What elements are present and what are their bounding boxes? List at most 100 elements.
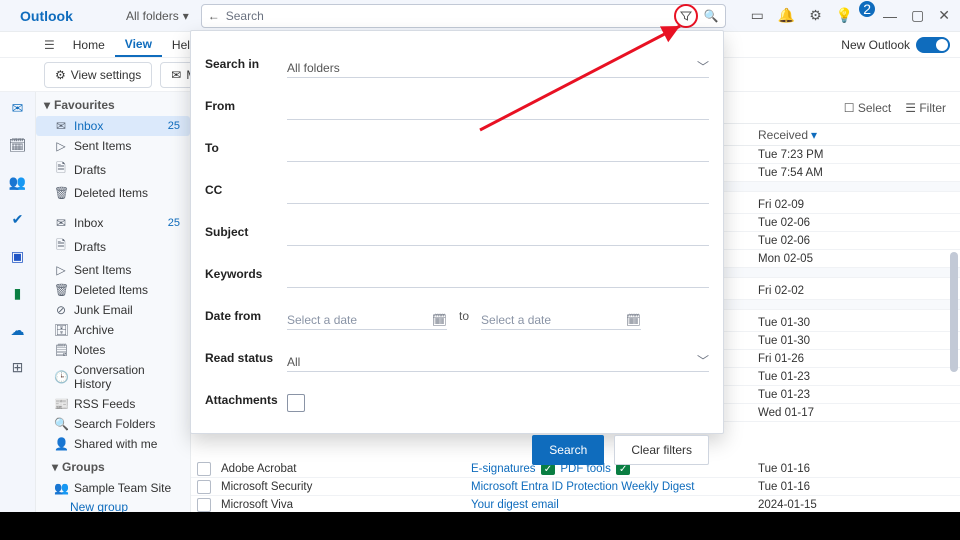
rail-word-icon[interactable]: ▣ <box>11 248 24 265</box>
folder-icon: 👥 <box>54 481 68 495</box>
folder-icon: ✉ <box>54 119 68 133</box>
subject-label: Subject <box>205 225 287 239</box>
new-outlook-toggle[interactable] <box>916 37 950 53</box>
folder-icon: ▷ <box>54 139 68 153</box>
chevron-down-icon: ﹀ <box>697 58 709 75</box>
rail-mail-icon[interactable]: ✉ <box>12 100 24 117</box>
groups-section[interactable]: ▾Groups <box>36 454 190 478</box>
envelope-icon: ✉ <box>171 68 181 82</box>
folder-scope-dropdown[interactable]: All folders▾ <box>116 0 199 31</box>
rail-apps-icon[interactable]: ⊞ <box>12 359 24 376</box>
cc-input[interactable] <box>287 176 709 204</box>
back-arrow-icon[interactable]: ← <box>208 9 220 23</box>
nav-item[interactable]: 🗒Notes <box>36 340 190 360</box>
rail-calendar-icon[interactable]: 🗓 <box>9 137 27 154</box>
received-column-header[interactable]: Received▾ <box>750 128 960 142</box>
app-rail: ✉ 🗓 👥 ✔ ▣ ▮ ☁ ⊞ <box>0 92 36 512</box>
folder-icon: 🕒 <box>54 370 68 384</box>
mail-row[interactable]: Microsoft SecurityMicrosoft Entra ID Pro… <box>191 478 960 496</box>
subject-input[interactable] <box>287 218 709 246</box>
scrollbar-thumb[interactable] <box>950 252 958 372</box>
to-input[interactable] <box>287 134 709 162</box>
nav-item[interactable]: 🗑Deleted Items <box>36 183 190 203</box>
from-label: From <box>205 99 287 113</box>
rail-onedrive-icon[interactable]: ☁ <box>11 322 25 339</box>
search-filters-panel: Search inAll folders﹀ From To CC Subject… <box>190 30 724 434</box>
search-button[interactable]: Search <box>532 435 604 465</box>
tips-badge: 2 <box>859 1 875 17</box>
date-to-picker[interactable]: Select a date🗓 <box>481 302 641 330</box>
folder-icon: 🗑 <box>54 283 68 297</box>
filter-button[interactable]: ☰ Filter <box>905 101 946 115</box>
nav-item[interactable]: 🗑Deleted Items <box>36 280 190 300</box>
search-in-label: Search in <box>205 57 287 71</box>
window-minimize-icon[interactable]: — <box>883 8 897 24</box>
nav-item[interactable]: 🗎Drafts <box>36 156 190 183</box>
nav-item[interactable]: 👤Shared with me <box>36 434 190 454</box>
settings-icon[interactable]: ⚙ <box>809 7 822 24</box>
hamburger-icon[interactable]: ☰ <box>36 38 63 52</box>
attachments-label: Attachments <box>205 393 287 407</box>
folder-icon: 🗑 <box>54 186 68 200</box>
nav-item[interactable]: 📰RSS Feeds <box>36 394 190 414</box>
chevron-down-icon: ▾ <box>52 460 58 474</box>
search-input[interactable]: ← Search 🔍 <box>201 4 726 28</box>
rail-bing-icon[interactable]: ▮ <box>14 285 22 302</box>
from-input[interactable] <box>287 92 709 120</box>
notifications-icon[interactable]: 🔔 <box>778 7 795 24</box>
folder-icon: ⊘ <box>54 303 68 317</box>
select-button[interactable]: ☐ Select <box>844 101 891 115</box>
gear-icon: ⚙ <box>55 68 66 82</box>
group-link[interactable]: New group <box>36 498 190 512</box>
nav-item[interactable]: 👥Sample Team Site <box>36 478 190 498</box>
nav-item[interactable]: 🔍Search Folders <box>36 414 190 434</box>
chevron-down-icon: ﹀ <box>697 352 709 369</box>
rail-todo-icon[interactable]: ✔ <box>12 211 24 228</box>
calendar-icon: 🗓 <box>432 313 447 327</box>
folder-icon: 🗄 <box>54 323 68 337</box>
chevron-down-icon: ▾ <box>183 9 189 23</box>
tips-icon[interactable]: 💡2 <box>836 7 869 24</box>
folder-nav: ▾Favourites ✉Inbox25▷Sent Items🗎Drafts🗑D… <box>36 92 191 512</box>
date-from-picker[interactable]: Select a date🗓 <box>287 302 447 330</box>
menu-view[interactable]: View <box>115 32 162 57</box>
nav-item[interactable]: ✉Inbox25 <box>36 213 190 233</box>
keywords-input[interactable] <box>287 260 709 288</box>
search-submit-icon[interactable]: 🔍 <box>704 9 719 23</box>
app-brand: Outlook <box>0 8 116 24</box>
folder-icon: ▷ <box>54 263 68 277</box>
nav-item[interactable]: 🕒Conversation History <box>36 360 190 394</box>
black-bottom-bar <box>0 512 960 540</box>
ribbon-toggle-icon[interactable]: ▭ <box>751 7 764 24</box>
folder-icon: 🗒 <box>54 343 68 357</box>
mail-row[interactable]: Microsoft VivaYour digest email2024-01-1… <box>191 496 960 512</box>
nav-item[interactable]: ⊘Junk Email <box>36 300 190 320</box>
clear-filters-button[interactable]: Clear filters <box>614 435 709 465</box>
new-outlook-label: New Outlook <box>841 38 910 52</box>
keywords-label: Keywords <box>205 267 287 281</box>
read-status-dropdown[interactable]: All﹀ <box>287 344 709 372</box>
menu-home[interactable]: Home <box>63 32 115 57</box>
search-in-dropdown[interactable]: All folders﹀ <box>287 50 709 78</box>
nav-item[interactable]: ✉Inbox25 <box>36 116 190 136</box>
date-from-label: Date from <box>205 309 287 323</box>
search-filter-icon[interactable] <box>674 4 698 28</box>
row-checkbox[interactable] <box>197 480 211 494</box>
folder-icon: 🗎 <box>54 159 68 180</box>
window-maximize-icon[interactable]: ▢ <box>911 7 924 24</box>
favourites-section[interactable]: ▾Favourites <box>36 92 190 116</box>
to-label: To <box>205 141 287 155</box>
folder-icon: 🗎 <box>54 236 68 257</box>
row-checkbox[interactable] <box>197 498 211 512</box>
nav-item[interactable]: 🗄Archive <box>36 320 190 340</box>
rail-people-icon[interactable]: 👥 <box>9 174 26 191</box>
nav-item[interactable]: ▷Sent Items <box>36 260 190 280</box>
nav-item[interactable]: ▷Sent Items <box>36 136 190 156</box>
window-close-icon[interactable]: ✕ <box>938 7 950 24</box>
attachments-checkbox[interactable] <box>287 394 305 412</box>
view-settings-button[interactable]: ⚙View settings <box>44 62 152 88</box>
cc-label: CC <box>205 183 287 197</box>
folder-icon: ✉ <box>54 216 68 230</box>
date-to-word: to <box>459 309 469 323</box>
nav-item[interactable]: 🗎Drafts <box>36 233 190 260</box>
